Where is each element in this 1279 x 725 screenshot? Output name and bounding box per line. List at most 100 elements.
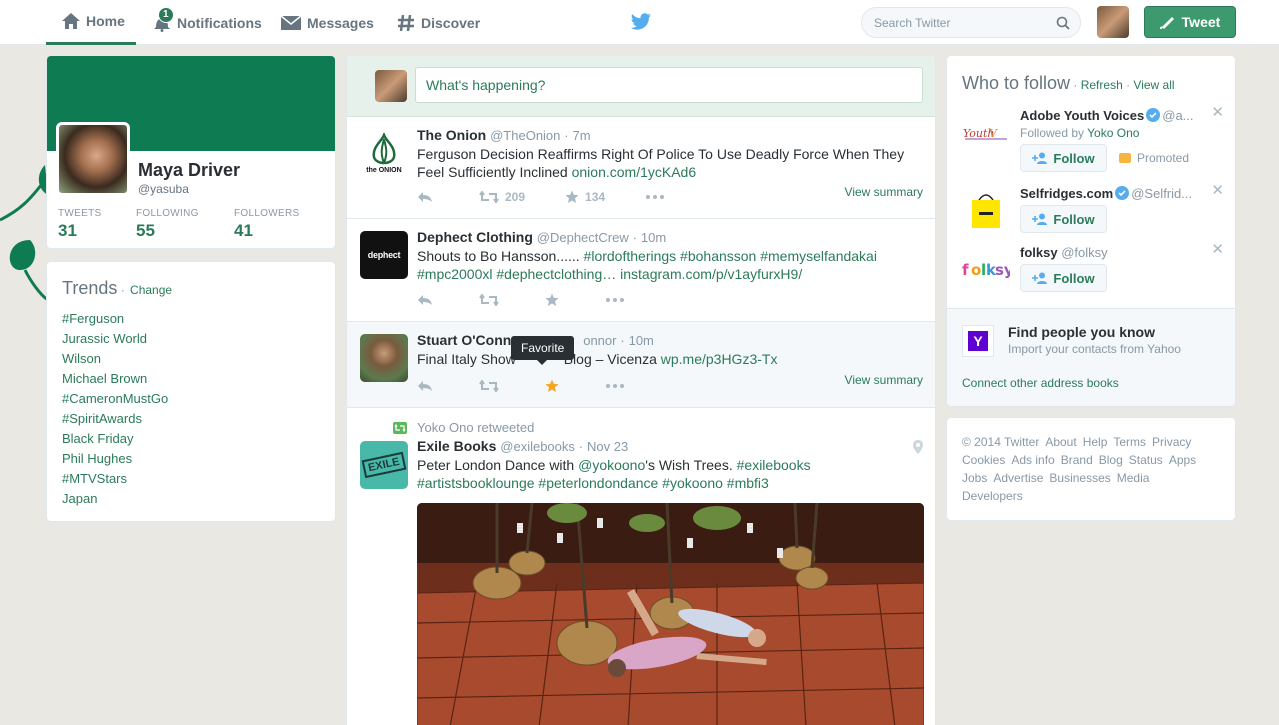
trend-item[interactable]: Black Friday bbox=[62, 429, 320, 449]
tweet-author-name[interactable]: The Onion bbox=[417, 127, 486, 143]
tweet-author-handle[interactable]: @TheOnion bbox=[490, 128, 560, 143]
footer-link-apps[interactable]: Apps bbox=[1169, 453, 1196, 467]
stat-tweets[interactable]: TWEETS 31 bbox=[58, 208, 101, 241]
find-people-subtitle[interactable]: Import your contacts from Yahoo bbox=[1008, 342, 1181, 356]
suggestion-avatar[interactable]: folksy bbox=[962, 245, 1010, 293]
footer-link-jobs[interactable]: Jobs bbox=[962, 471, 987, 485]
favorite-button[interactable]: 134 bbox=[565, 190, 605, 204]
suggestion-handle[interactable]: @Selfrid... bbox=[1131, 186, 1192, 201]
tweet-hashtags-line2[interactable]: #mpc2000xl #dephectclothing… bbox=[417, 266, 620, 282]
tweet-author-name[interactable]: Exile Books bbox=[417, 438, 496, 454]
suggestion-name[interactable]: Adobe Youth Voices bbox=[1020, 108, 1144, 123]
footer-link-status[interactable]: Status bbox=[1129, 453, 1163, 467]
search-box[interactable] bbox=[861, 7, 1081, 38]
footer-link-about[interactable]: About bbox=[1045, 435, 1076, 449]
footer-link-terms[interactable]: Terms bbox=[1113, 435, 1146, 449]
location-pin-icon[interactable] bbox=[913, 440, 923, 454]
stat-followers[interactable]: FOLLOWERS 41 bbox=[234, 208, 300, 241]
tweet-link[interactable]: wp.me/p3HGz3-Tx bbox=[661, 351, 778, 367]
more-button[interactable] bbox=[605, 297, 631, 303]
reply-button[interactable] bbox=[417, 380, 439, 392]
profile-handle[interactable]: @yasuba bbox=[138, 182, 189, 196]
twitter-bird-logo-icon[interactable] bbox=[630, 13, 652, 31]
refresh-link[interactable]: Refresh bbox=[1081, 78, 1123, 92]
tweet-photo[interactable] bbox=[417, 503, 924, 725]
connect-address-books-link[interactable]: Connect other address books bbox=[962, 376, 1119, 390]
trend-item[interactable]: #Ferguson bbox=[62, 309, 320, 329]
more-button[interactable] bbox=[605, 383, 631, 389]
tweet-avatar[interactable]: EXILE bbox=[360, 441, 408, 489]
favorite-button[interactable] bbox=[545, 293, 565, 307]
view-summary-link[interactable]: View summary bbox=[845, 185, 923, 199]
tweet-author-handle[interactable]: onnor bbox=[583, 333, 616, 348]
view-all-link[interactable]: View all bbox=[1133, 78, 1174, 92]
followed-by-name[interactable]: Yoko Ono bbox=[1087, 126, 1139, 140]
tweet-mention[interactable]: @yokoono bbox=[578, 457, 645, 473]
follow-button[interactable]: Follow bbox=[1020, 144, 1107, 172]
more-button[interactable] bbox=[645, 194, 671, 200]
footer-link-ads-info[interactable]: Ads info bbox=[1011, 453, 1054, 467]
nav-discover[interactable]: Discover bbox=[396, 0, 480, 45]
tweet-timestamp[interactable]: 7m bbox=[573, 128, 591, 143]
tweet-timestamp[interactable]: 10m bbox=[641, 230, 666, 245]
tweet-stuartoconnor[interactable]: Stuart O'Conn onnor · 10m Final Italy Sh… bbox=[347, 322, 935, 408]
tweet-hashtags-line1[interactable]: #lordoftherings #bohansson #memyselfanda… bbox=[584, 248, 877, 264]
tweet-hashtag[interactable]: #exilebooks bbox=[737, 457, 811, 473]
profile-avatar[interactable] bbox=[56, 122, 130, 196]
tweet-author-handle[interactable]: @DephectCrew bbox=[537, 230, 629, 245]
suggestion-name[interactable]: Selfridges.com bbox=[1020, 186, 1113, 201]
account-avatar[interactable] bbox=[1097, 6, 1129, 38]
tweet-avatar[interactable] bbox=[360, 334, 408, 382]
search-icon[interactable] bbox=[1056, 16, 1070, 30]
dismiss-suggestion-button[interactable]: ✕ bbox=[1211, 103, 1224, 121]
favorite-button[interactable] bbox=[545, 379, 565, 393]
search-input[interactable] bbox=[862, 8, 1042, 37]
tweet-link[interactable]: instagram.com/p/v1ayfurxH9/ bbox=[620, 266, 802, 282]
tweet-exilebooks[interactable]: Yoko Ono retweeted EXILE Exile Books @ex… bbox=[347, 408, 935, 725]
dismiss-suggestion-button[interactable]: ✕ bbox=[1211, 240, 1224, 258]
retweet-button[interactable] bbox=[479, 294, 505, 306]
retweet-button[interactable] bbox=[479, 380, 505, 392]
find-people-title[interactable]: Find people you know bbox=[1008, 324, 1155, 340]
trend-item[interactable]: #MTVStars bbox=[62, 469, 320, 489]
suggestion-handle[interactable]: @folksy bbox=[1061, 245, 1107, 260]
trends-change-link[interactable]: Change bbox=[130, 283, 172, 297]
view-summary-link[interactable]: View summary bbox=[845, 373, 923, 387]
tweet-timestamp[interactable]: Nov 23 bbox=[587, 439, 628, 454]
tweet-avatar[interactable]: dephect bbox=[360, 231, 408, 279]
tweet-hashtags-line2[interactable]: #artistsbooklounge #peterlondondance #yo… bbox=[417, 475, 769, 491]
footer-link-privacy[interactable]: Privacy bbox=[1152, 435, 1191, 449]
tweet-author-handle[interactable]: @exilebooks bbox=[500, 439, 575, 454]
footer-link-blog[interactable]: Blog bbox=[1099, 453, 1123, 467]
footer-link-brand[interactable]: Brand bbox=[1061, 453, 1093, 467]
suggestion-name[interactable]: folksy bbox=[1020, 245, 1058, 260]
tweet-author-name[interactable]: Dephect Clothing bbox=[417, 229, 533, 245]
tweet-avatar[interactable]: the ONION bbox=[360, 129, 408, 177]
suggestion-handle[interactable]: @a... bbox=[1162, 108, 1193, 123]
footer-link-developers[interactable]: Developers bbox=[962, 489, 1023, 503]
follow-button[interactable]: Follow bbox=[1020, 264, 1107, 292]
retweeted-by-label[interactable]: Yoko Ono retweeted bbox=[417, 420, 534, 435]
footer-link-advertise[interactable]: Advertise bbox=[993, 471, 1043, 485]
footer-link-businesses[interactable]: Businesses bbox=[1049, 471, 1110, 485]
trend-item[interactable]: #CameronMustGo bbox=[62, 389, 320, 409]
dismiss-suggestion-button[interactable]: ✕ bbox=[1211, 181, 1224, 199]
reply-button[interactable] bbox=[417, 294, 439, 306]
follow-button[interactable]: Follow bbox=[1020, 205, 1107, 233]
nav-messages[interactable]: Messages bbox=[280, 0, 374, 45]
trend-item[interactable]: Japan bbox=[62, 489, 320, 509]
trend-item[interactable]: Jurassic World bbox=[62, 329, 320, 349]
trend-item[interactable]: Wilson bbox=[62, 349, 320, 369]
profile-name[interactable]: Maya Driver bbox=[138, 160, 240, 181]
tweet-dephectclothing[interactable]: dephect Dephect Clothing @DephectCrew · … bbox=[347, 219, 935, 322]
footer-link-help[interactable]: Help bbox=[1083, 435, 1108, 449]
suggestion-avatar[interactable] bbox=[962, 186, 1010, 234]
composer-input[interactable] bbox=[415, 67, 923, 103]
tweet-link[interactable]: onion.com/1ycKAd6 bbox=[572, 164, 697, 180]
nav-home[interactable]: Home bbox=[46, 0, 136, 45]
retweet-button[interactable]: 209 bbox=[479, 190, 525, 204]
trend-item[interactable]: Phil Hughes bbox=[62, 449, 320, 469]
tweet-timestamp[interactable]: 10m bbox=[629, 333, 654, 348]
tweet-author-name[interactable]: Stuart O'Conn bbox=[417, 332, 511, 348]
trend-item[interactable]: #SpiritAwards bbox=[62, 409, 320, 429]
